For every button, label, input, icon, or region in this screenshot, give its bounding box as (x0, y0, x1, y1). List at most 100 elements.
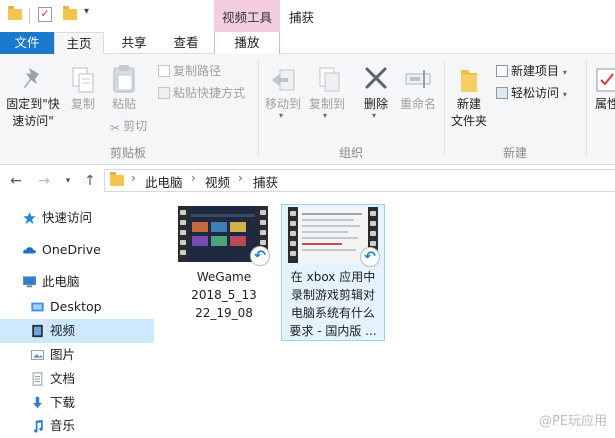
sidebar-item-label: 下载 (50, 395, 76, 410)
rename-label: 重命名 (399, 97, 436, 111)
pin-icon (24, 68, 39, 88)
new-folder-button[interactable]: 新建 文件夹 (448, 64, 490, 134)
tab-play[interactable]: 播放 (214, 32, 280, 54)
rename-icon (405, 70, 431, 88)
new-item-chevron-down-icon: ▾ (562, 68, 567, 77)
new-folder-quick-access-icon[interactable] (63, 6, 77, 20)
file-name: 在 xbox 应用中 录制游戏剪辑对 电脑系统有什么 要求 - 国内版 ... (282, 268, 384, 340)
new-item-label: 新建项目 (511, 64, 560, 78)
sidebar-item-downloads[interactable]: 下载 (0, 391, 154, 415)
breadcrumb-this-pc[interactable]: 此电脑 (145, 172, 183, 191)
file-name-line: 2018_5_13 (191, 288, 257, 302)
customize-quick-access-chevron-down-icon[interactable]: ▾ (84, 6, 89, 17)
easy-access-button[interactable]: 轻松访问 ▾ (496, 84, 567, 102)
film-perforation-left (178, 206, 188, 262)
sidebar-item-videos[interactable]: 视频 (0, 319, 154, 343)
breadcrumb-separator-icon[interactable]: › (191, 171, 196, 185)
move-to-chevron-down-icon: ▾ (279, 111, 284, 120)
cloud-icon (23, 247, 36, 254)
toolbar-separator (29, 8, 30, 24)
move-to-button[interactable]: 移动到 ▾ (262, 64, 304, 124)
file-name-line: 在 xbox 应用中 (290, 270, 376, 284)
copy-to-button[interactable]: 复制到 ▾ (306, 64, 348, 124)
sidebar-item-this-pc[interactable]: 此电脑 (0, 270, 154, 294)
delete-chevron-down-icon: ▾ (372, 111, 377, 120)
copy-button[interactable]: 复制 (66, 64, 100, 114)
sidebar-item-documents[interactable]: 文档 (0, 367, 154, 391)
copy-label: 复制 (70, 97, 95, 111)
tab-file[interactable]: 文件 (0, 32, 54, 54)
file-item-xbox-article[interactable]: 在 xbox 应用中 录制游戏剪辑对 电脑系统有什么 要求 - 国内版 ... (281, 204, 385, 341)
up-arrow-icon[interactable]: ↑ (80, 171, 100, 191)
sidebar-item-quick-access[interactable]: 快速访问 (0, 206, 154, 230)
sidebar-item-label: 音乐 (50, 418, 76, 433)
music-icon (34, 419, 43, 433)
rename-button[interactable]: 重命名 (396, 64, 440, 114)
properties-quick-access-icon[interactable]: ✓ (38, 7, 52, 22)
pin-to-quick-access-button[interactable]: 固定到"快 速访问" (4, 64, 62, 140)
file-item-wegame[interactable]: WeGame 2018_5_13 22_19_08 (172, 206, 276, 326)
file-name-line: 录制游戏剪辑对 (290, 288, 375, 302)
breadcrumb-separator-icon[interactable]: › (238, 171, 243, 185)
file-name-line: 要求 - 国内版 ... (289, 324, 377, 338)
new-item-button[interactable]: 新建项目 ▾ (496, 62, 567, 80)
breadcrumb-videos[interactable]: 视频 (205, 172, 230, 191)
sidebar-item-label: 文档 (50, 371, 76, 386)
sidebar-item-onedrive[interactable]: OneDrive (0, 238, 154, 262)
desktop-folder-icon (31, 302, 44, 312)
sidebar-item-label: 此电脑 (42, 274, 80, 289)
clipboard-group-label: 剪贴板 (109, 146, 146, 160)
new-folder-icon (461, 70, 477, 92)
easy-access-label: 轻松访问 (511, 86, 560, 100)
sidebar-item-desktop[interactable]: Desktop (0, 295, 154, 319)
paste-button[interactable]: 粘贴 (106, 64, 142, 114)
copy-icon (72, 67, 94, 93)
capture-badge-icon (360, 247, 380, 267)
paste-shortcut-label: 粘贴快捷方式 (173, 86, 246, 100)
new-group-label: 新建 (502, 146, 527, 160)
forward-arrow-icon[interactable]: → (34, 171, 54, 191)
video-thumbnail (298, 207, 368, 263)
tab-home[interactable]: 主页 (54, 32, 104, 55)
pin-label-line1: 固定到"快 (6, 97, 60, 111)
easy-access-chevron-down-icon: ▾ (562, 90, 567, 99)
copy-to-chevron-down-icon: ▾ (323, 111, 328, 120)
new-folder-label-line1: 新建 (456, 97, 481, 111)
sidebar-item-music[interactable]: 音乐 (0, 414, 154, 438)
file-name-line: 22_19_08 (195, 306, 253, 320)
cut-button[interactable]: ✂ 剪切 (110, 117, 147, 135)
paste-shortcut-button[interactable]: 粘贴快捷方式 (158, 84, 245, 102)
organize-group-label: 组织 (338, 146, 363, 160)
sidebar-item-label: 图片 (50, 347, 76, 362)
properties-label: 属性 (595, 97, 615, 111)
move-to-icon (272, 69, 295, 91)
window-title: 捕获 (289, 10, 315, 25)
paste-shortcut-icon (158, 87, 170, 99)
copy-path-label: 复制路径 (173, 64, 222, 78)
ribbon-group-separator (444, 60, 445, 156)
recent-locations-chevron-down-icon[interactable]: ▾ (58, 171, 78, 191)
contextual-tab-group-label: 视频工具 (214, 0, 280, 32)
copy-path-icon (158, 65, 170, 77)
back-arrow-icon[interactable]: ← (6, 171, 26, 191)
folder-icon (110, 172, 124, 186)
tab-share[interactable]: 共享 (108, 32, 160, 54)
copy-path-button[interactable]: 复制路径 (158, 62, 221, 80)
ribbon-group-separator (586, 60, 587, 156)
delete-button[interactable]: 删除 ▾ (356, 64, 396, 124)
breadcrumb-captures[interactable]: 捕获 (253, 172, 278, 191)
sidebar-item-pictures[interactable]: 图片 (0, 343, 154, 367)
file-name-line: WeGame (196, 270, 252, 284)
ribbon-group-separator (258, 60, 259, 156)
paste-icon (113, 65, 135, 93)
properties-icon (596, 68, 615, 92)
copy-to-icon (319, 67, 340, 92)
new-folder-label-line2: 文件夹 (450, 114, 487, 128)
download-icon (33, 396, 42, 409)
paste-label: 粘贴 (111, 97, 136, 111)
folder-icon (8, 6, 22, 20)
breadcrumb-separator-icon[interactable]: › (131, 171, 136, 185)
properties-button[interactable]: 属性 (590, 64, 615, 124)
tab-view[interactable]: 查看 (160, 32, 212, 54)
file-name: WeGame 2018_5_13 22_19_08 (172, 268, 276, 322)
